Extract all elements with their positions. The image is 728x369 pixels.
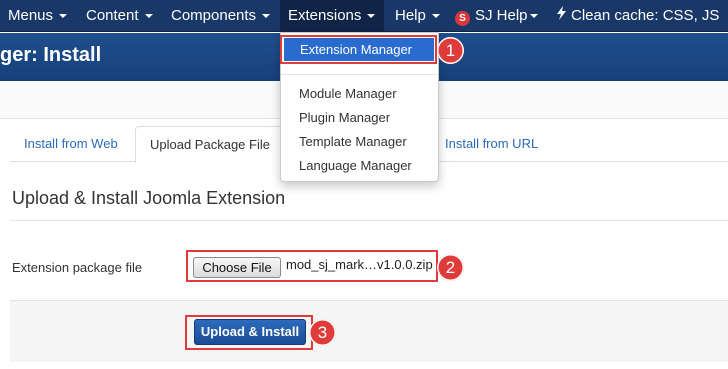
annotation-badge-2: 2 <box>437 254 464 281</box>
nav-help-label: Help <box>395 7 426 24</box>
annotation-box-3 <box>185 315 313 350</box>
nav-extensions-label: Extensions <box>288 7 362 24</box>
menu-item-language-manager[interactable]: Language Manager <box>299 158 412 173</box>
nav-sj-help-label: SJ Help <box>475 7 528 24</box>
menu-divider <box>281 74 438 75</box>
bolt-icon <box>556 0 567 32</box>
nav-components-label: Components <box>171 7 257 24</box>
caret-down-icon <box>367 14 376 19</box>
menu-item-template-manager[interactable]: Template Manager <box>299 134 407 149</box>
nav-sj-help[interactable]: S SJ Help <box>455 0 538 32</box>
nav-content-label: Content <box>86 7 139 24</box>
nav-help[interactable]: Help <box>395 0 440 32</box>
menu-item-plugin-manager[interactable]: Plugin Manager <box>299 110 390 125</box>
nav-components[interactable]: Components <box>171 0 271 32</box>
sj-logo-icon: S <box>455 11 470 26</box>
top-navbar: Menus Content Components Extensions Help… <box>0 0 728 32</box>
tab-install-from-web[interactable]: Install from Web <box>10 126 132 162</box>
annotation-badge-1: 1 <box>437 37 464 64</box>
tab-install-from-url[interactable]: Install from URL <box>431 126 552 162</box>
annotation-box-2 <box>186 250 438 282</box>
page-title: ger: Install <box>0 44 102 66</box>
caret-down-icon <box>529 14 538 19</box>
divider <box>10 220 728 221</box>
caret-down-icon <box>144 14 153 19</box>
nav-content[interactable]: Content <box>86 0 153 32</box>
caret-down-icon <box>59 14 68 19</box>
caret-down-icon <box>431 14 440 19</box>
section-title: Upload & Install Joomla Extension <box>12 188 286 208</box>
annotation-badge-3: 3 <box>309 319 336 346</box>
menu-item-module-manager[interactable]: Module Manager <box>299 86 397 101</box>
tab-upload-package-file[interactable]: Upload Package File <box>135 126 285 163</box>
nav-menus-label: Menus <box>8 7 54 24</box>
package-file-label: Extension package file <box>12 260 143 275</box>
annotation-box-1 <box>280 35 437 64</box>
form-actions <box>10 300 728 362</box>
nav-extensions[interactable]: Extensions <box>280 0 384 32</box>
caret-down-icon <box>262 14 271 19</box>
nav-clean-cache-label: Clean cache: CSS, JS <box>571 7 720 24</box>
nav-clean-cache[interactable]: Clean cache: CSS, JS <box>556 0 719 32</box>
nav-menus[interactable]: Menus <box>8 0 68 32</box>
